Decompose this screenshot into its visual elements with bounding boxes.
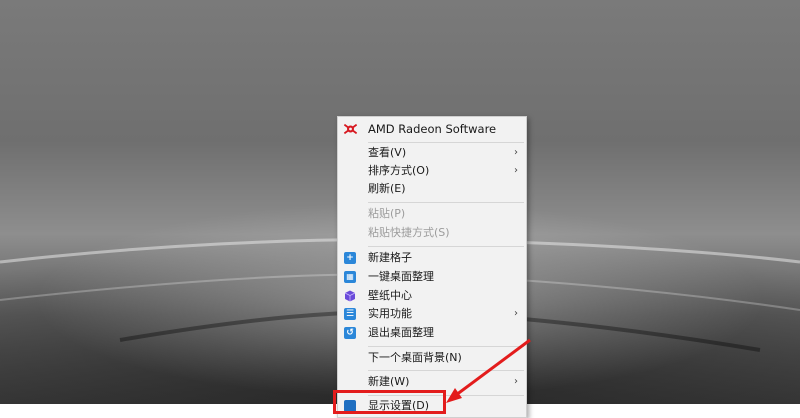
annotation-arrow	[446, 338, 531, 403]
